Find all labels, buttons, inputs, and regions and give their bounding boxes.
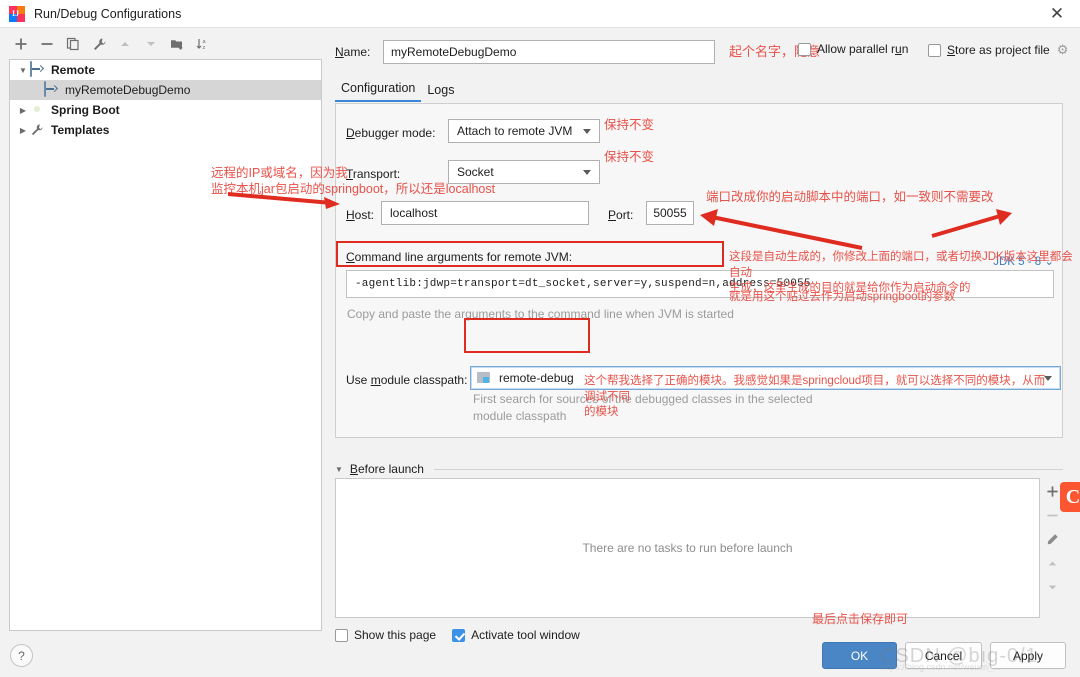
intellij-idea-icon: IJ xyxy=(9,6,25,22)
tree-node-spring-boot[interactable]: Spring Boot xyxy=(10,100,321,120)
annotation-transport: 保持不变 xyxy=(604,149,654,166)
before-launch-task-list[interactable]: There are no tasks to run before launch xyxy=(335,478,1040,618)
spring-boot-icon xyxy=(30,102,46,118)
command-line-args-hint: Copy and paste the arguments to the comm… xyxy=(347,307,734,321)
expand-toggle-icon[interactable] xyxy=(16,66,30,75)
wrench-icon xyxy=(30,122,46,138)
configuration-editor-pane: Name: myRemoteDebugDemo 起个名字，随意 Allow pa… xyxy=(330,30,1080,630)
configurations-tree[interactable]: Remote myRemoteDebugDemo Spring Boot Tem… xyxy=(9,59,322,631)
move-task-down-button[interactable] xyxy=(1043,578,1063,596)
window-titlebar: IJ Run/Debug Configurations ✕ xyxy=(0,0,1080,28)
cancel-button[interactable]: Cancel xyxy=(905,642,982,669)
command-line-args-label: Command line arguments for remote JVM: xyxy=(346,250,572,264)
before-launch-empty-text: There are no tasks to run before launch xyxy=(582,541,792,555)
remove-button[interactable] xyxy=(34,32,60,56)
divider xyxy=(434,469,1063,470)
expand-toggle-icon[interactable] xyxy=(16,126,30,135)
copy-button[interactable] xyxy=(60,32,86,56)
debugger-mode-select[interactable]: Attach to remote JVM xyxy=(448,119,600,143)
window-title: Run/Debug Configurations xyxy=(34,7,181,21)
annotation-args-2: 就是用这个贴过去作为启动springboot的参数 xyxy=(729,290,955,306)
tree-node-myremotedebugdemo[interactable]: myRemoteDebugDemo xyxy=(10,80,321,100)
use-module-classpath-label: Use module classpath: xyxy=(346,373,467,387)
name-row: Name: myRemoteDebugDemo 起个名字，随意 xyxy=(335,40,820,64)
name-label: Name: xyxy=(335,45,383,59)
csdn-badge-icon: C xyxy=(1060,482,1080,512)
before-launch-title: Before launch xyxy=(350,462,424,476)
tree-node-remote[interactable]: Remote xyxy=(10,60,321,80)
add-button[interactable] xyxy=(8,32,34,56)
tree-node-label: Templates xyxy=(51,123,109,137)
host-input[interactable]: localhost xyxy=(381,201,589,225)
tree-node-label: Remote xyxy=(51,63,95,77)
port-input[interactable]: 50055 xyxy=(646,201,694,225)
allow-parallel-run-checkbox[interactable]: Allow parallel run xyxy=(798,42,908,56)
store-as-project-file-label: Store as project file xyxy=(947,43,1050,57)
checkbox-box[interactable] xyxy=(928,44,941,57)
annotation-classpath: 这个帮我选择了正确的模块。我感觉如果是springcloud项目，就可以选择不同… xyxy=(584,374,1054,421)
move-up-button[interactable] xyxy=(112,32,138,56)
dialog-buttons: OK Cancel Apply xyxy=(0,637,1080,677)
ok-button[interactable]: OK xyxy=(822,642,897,669)
port-label: Port: xyxy=(608,208,633,222)
allow-parallel-run-label: Allow parallel run xyxy=(817,42,908,56)
edit-task-pencil-icon[interactable] xyxy=(1043,530,1063,548)
before-launch-header[interactable]: ▼ Before launch xyxy=(335,462,1063,476)
module-icon xyxy=(477,371,493,385)
annotation-host: 远程的IP或域名，因为我 监控本机jar包启动的springboot，所以还是l… xyxy=(211,166,495,197)
close-icon[interactable]: ✕ xyxy=(1034,0,1080,28)
host-label: Host: xyxy=(346,208,374,222)
sort-configurations-button[interactable]: a z xyxy=(190,32,216,56)
store-as-project-file-checkbox[interactable]: Store as project file ⚙ xyxy=(928,42,1068,58)
module-classpath-hint-line2: module classpath xyxy=(473,409,566,423)
new-folder-button[interactable] xyxy=(164,32,190,56)
annotation-save: 最后点击保存即可 xyxy=(812,610,908,627)
remote-icon xyxy=(44,82,60,98)
configurations-toolbar: a z xyxy=(0,30,322,58)
tree-node-label: myRemoteDebugDemo xyxy=(65,83,190,97)
debugger-mode-value: Attach to remote JVM xyxy=(457,124,572,138)
annotation-port: 端口改成你的启动脚本中的端口，如一致则不需要改 xyxy=(706,189,994,206)
remote-icon xyxy=(30,62,46,78)
move-down-button[interactable] xyxy=(138,32,164,56)
tree-node-label: Spring Boot xyxy=(51,103,120,117)
collapse-toggle-icon[interactable]: ▼ xyxy=(335,465,343,474)
name-input[interactable]: myRemoteDebugDemo xyxy=(383,40,715,64)
module-classpath-value: remote-debug xyxy=(499,371,574,385)
chevron-down-icon xyxy=(583,129,591,134)
apply-button[interactable]: Apply xyxy=(990,642,1066,669)
tab-logs[interactable]: Logs xyxy=(421,83,460,102)
annotation-debugger-mode: 保持不变 xyxy=(604,117,654,134)
tab-configuration[interactable]: Configuration xyxy=(335,81,421,102)
move-task-up-button[interactable] xyxy=(1043,554,1063,572)
gear-icon[interactable]: ⚙ xyxy=(1057,42,1069,58)
editor-tabs: Configuration Logs xyxy=(335,78,460,102)
expand-toggle-icon[interactable] xyxy=(16,106,30,115)
edit-templates-wrench-icon[interactable] xyxy=(86,32,112,56)
tree-node-templates[interactable]: Templates xyxy=(10,120,321,140)
debugger-mode-label: Debugger mode: xyxy=(346,126,435,140)
chevron-down-icon xyxy=(583,170,591,175)
checkbox-box[interactable] xyxy=(798,43,811,56)
svg-text:z: z xyxy=(203,45,206,51)
